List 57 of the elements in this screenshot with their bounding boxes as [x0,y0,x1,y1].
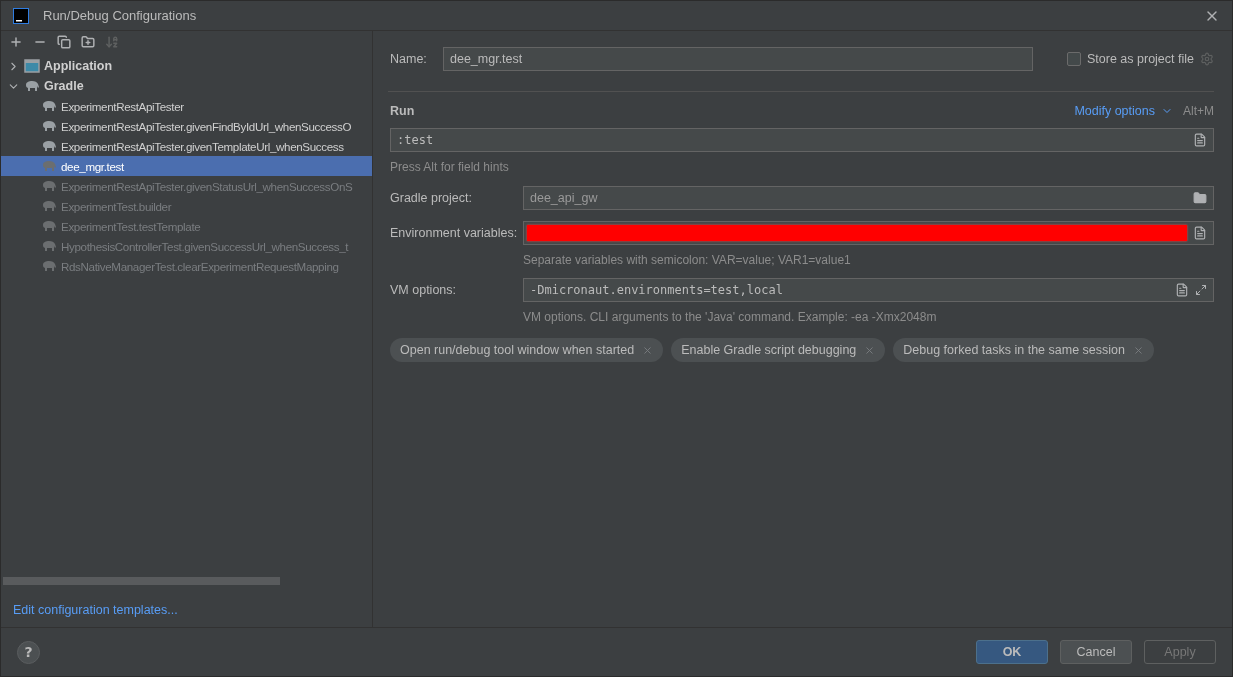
input-field[interactable]: dee_api_gw [523,186,1214,210]
dialog-button[interactable]: Cancel [1060,640,1132,664]
window-icon [24,59,40,73]
app-logo-icon [13,7,29,24]
input-field[interactable]: -Dmicronaut.environments=test,local [523,278,1214,302]
field-hint: VM options. CLI arguments to the 'Java' command. Example: -ea -Xmx2048m [523,310,937,324]
field-hint: Press Alt for field hints [390,160,509,174]
input-field[interactable] [523,221,1214,245]
checkbox-label: Store as project file [1087,52,1194,66]
shortcut-hint: Alt+M [1183,104,1214,118]
tree-item[interactable]: ExperimentRestApiTester.givenTemplateUrl_whenSuccess [1,136,372,156]
section-title: Run [390,104,416,118]
tree-item[interactable]: ExperimentTest.testTemplate [1,216,372,236]
task-field[interactable]: :test [390,128,1214,152]
templates-link[interactable]: Edit configuration templates... [13,603,178,617]
option-chip[interactable]: Debug forked tasks in the same session [893,338,1154,362]
window-title: Run/Debug Configurations [43,8,198,23]
document-icon[interactable] [1193,133,1207,147]
document-icon[interactable] [1193,226,1207,240]
modify-options-link[interactable]: Modify options [1074,104,1155,118]
tree-group[interactable]: Gradle [44,79,84,93]
checkbox[interactable] [1067,52,1081,66]
tree-item[interactable]: HypothesisControllerTest.givenSuccessUrl_whenSuccess_t [1,236,372,256]
elephant-icon [41,100,57,112]
elephant-icon [41,120,57,132]
elephant-icon [41,220,57,232]
elephant-icon [41,160,57,172]
name-label: Name: [390,52,428,66]
ok-button[interactable]: OK [976,640,1048,664]
option-chip[interactable]: Enable Gradle script debugging [671,338,886,362]
field-hint: Separate variables with semicolon: VAR=value; VAR1=value1 [523,253,851,267]
field-label: VM options: [390,283,457,297]
folder-plus-icon[interactable] [81,35,95,49]
document-icon[interactable] [1175,283,1189,297]
option-chip[interactable]: Open run/debug tool window when started [390,338,664,362]
name-field[interactable]: dee_mgr.test [443,47,1033,71]
copy-icon[interactable] [57,35,71,49]
scrollbar[interactable] [3,577,280,585]
help-button[interactable]: ? [17,640,40,664]
tree-group[interactable]: Application [44,59,113,73]
elephant-icon [41,200,57,212]
folder-icon[interactable] [1193,191,1207,205]
tree-item[interactable]: ExperimentRestApiTester [1,96,372,116]
tree-item[interactable]: ExperimentRestApiTester.givenStatusUrl_whenSuccessOnS [1,176,372,196]
tree-item[interactable]: dee_mgr.test [1,156,372,176]
plus-icon[interactable] [9,35,23,49]
elephant-icon [41,180,57,192]
field-label: Environment variables: [390,226,519,240]
tree-item[interactable]: ExperimentRestApiTester.givenFindByIdUrl_whenSuccessO [1,116,372,136]
elephant-icon [24,80,40,92]
tree-item[interactable]: RdsNativeManagerTest.clearExperimentRequestMapping [1,256,372,276]
elephant-icon [41,240,57,252]
elephant-icon [41,140,57,152]
expand-icon[interactable] [1195,284,1207,296]
tree-item[interactable]: ExperimentTest.builder [1,196,372,216]
field-label: Gradle project: [390,191,473,205]
elephant-icon [41,260,57,272]
